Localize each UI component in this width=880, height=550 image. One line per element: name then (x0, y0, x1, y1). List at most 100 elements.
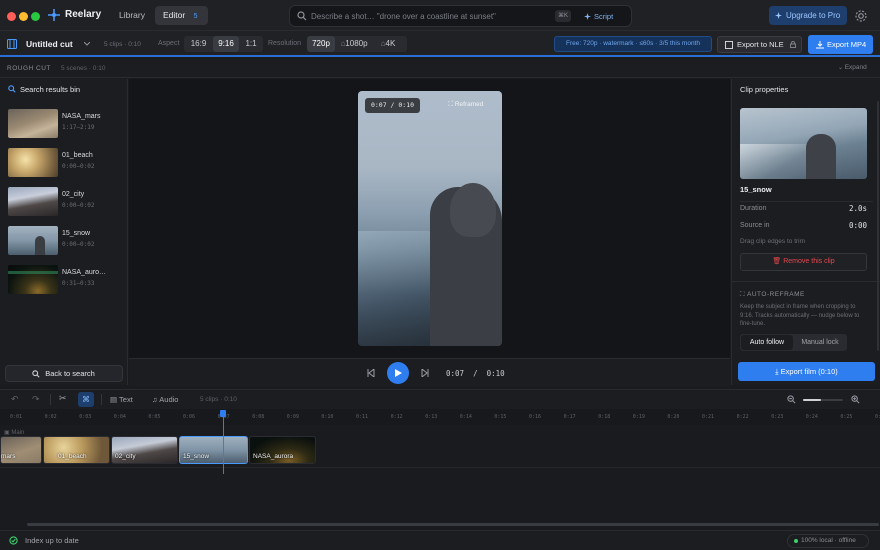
ruler-tick-label: 0:13 (425, 414, 438, 420)
timeline-clip-selected[interactable]: 15_snow (179, 436, 248, 464)
clip-properties-panel: Clip properties 15_snow Duration 2.0s So… (731, 79, 880, 385)
timeline-scrollbar[interactable] (27, 523, 879, 526)
add-text-button[interactable]: ▤ Text (110, 395, 133, 404)
expand-button[interactable]: ⌄ Expand (838, 64, 867, 71)
ruler-tick-label: 0:02 (44, 414, 57, 420)
divider (0, 467, 880, 468)
skip-back-icon[interactable] (367, 369, 375, 377)
ruler-tick-label: 0:12 (390, 414, 403, 420)
chevron-down-icon[interactable] (84, 42, 90, 46)
search-input[interactable]: Describe a shot… "drone over a coastline… (289, 5, 632, 27)
search-results-bin: Search results bin NASA_mars 1:17–2:19 0… (0, 79, 128, 385)
video-frame[interactable]: 0:07 / 0:10 ⛶ Reframed (358, 91, 502, 346)
project-toolbar: Untitled cut 5 clips · 0:10 Aspect 16:9 9… (0, 31, 880, 57)
source-in-value: 0:00 (848, 221, 867, 230)
scissors-icon[interactable]: ✂ (59, 393, 67, 404)
aspect-1-1[interactable]: 1:1 (239, 36, 263, 52)
timeline-clip-label: 02_city (115, 453, 136, 460)
resolution-label: Resolution (268, 40, 302, 47)
properties-title: Clip properties (740, 85, 789, 94)
project-title[interactable]: Untitled cut (26, 39, 73, 49)
gear-icon[interactable] (853, 8, 869, 24)
aspect-selector: 16:9 9:16 1:1 (184, 36, 263, 52)
play-button[interactable] (387, 362, 409, 384)
clip-time: 0:00–0:02 (62, 202, 95, 209)
ruler-tick-label: 0:09 (286, 414, 299, 420)
ruler-tick-label: 0:10 (321, 414, 334, 420)
add-audio-button[interactable]: ♫ Audio (152, 395, 178, 404)
close-window-button[interactable] (7, 12, 16, 21)
timeline-clip-label: 15_snow (183, 453, 210, 460)
index-status: Index up to date (25, 536, 79, 545)
timeline-clip[interactable]: mars (0, 436, 42, 464)
timeline-clip[interactable]: 01_beach (43, 436, 110, 464)
clip-thumbnail (8, 187, 58, 216)
reframed-badge: ⛶ Reframed (448, 101, 484, 108)
clip-name: 02_city (62, 191, 85, 198)
ruler-tick-label: 0:16 (529, 414, 542, 420)
clip-time: 0:31–0:33 (62, 280, 95, 287)
bin-clip[interactable]: 15_snow 0:00–0:02 (0, 223, 128, 261)
ruler-tick-label: 0:11 (356, 414, 369, 420)
duration-label: Duration (740, 205, 767, 212)
clip-thumbnail (8, 265, 58, 294)
title-bar: Reelary Library Editor 5 Describe a shot… (0, 0, 880, 31)
bin-clip[interactable]: NASA_mars 1:17–2:19 (0, 106, 128, 144)
remove-clip-button[interactable]: 🗑 Remove this clip (740, 253, 867, 271)
sparkle-icon (584, 13, 591, 20)
divider (50, 394, 51, 405)
timeline-ruler[interactable]: 0:010:020:030:040:050:060:070:080:090:10… (0, 409, 880, 425)
ruler-tick-label: 0:05 (148, 414, 161, 420)
ruler-tick-label: 0:08 (252, 414, 265, 420)
trim-hint: Drag clip edges to trim (740, 238, 806, 245)
app-name: Reelary (65, 9, 102, 20)
aspect-9-16[interactable]: 9:16 (213, 36, 239, 52)
manual-lock-option[interactable]: Manual lock (794, 335, 846, 350)
undo-icon[interactable]: ↶ (11, 394, 19, 405)
duration-value: 2.0s (848, 204, 867, 213)
upgrade-button[interactable]: Upgrade to Pro (769, 6, 847, 25)
clip-thumbnail (8, 109, 58, 138)
zoom-in-icon[interactable] (851, 395, 860, 404)
timeline-clip-label: 01_beach (58, 453, 87, 460)
back-to-search-button[interactable]: Back to search (5, 365, 123, 382)
ruler-tick-label: 0:14 (459, 414, 472, 420)
tab-editor[interactable]: Editor 5 (155, 6, 208, 25)
export-film-button[interactable]: ⤓ Export film (0:10) (738, 362, 875, 381)
aspect-label: Aspect (158, 40, 180, 47)
download-icon (816, 41, 824, 49)
resolution-720p[interactable]: 720p (307, 36, 335, 52)
minimize-window-button[interactable] (19, 12, 28, 21)
magnet-icon[interactable]: ⌘ (78, 392, 94, 407)
track-label: ▣ Main (4, 430, 25, 436)
timeline-summary: 5 clips · 0:10 (200, 396, 237, 403)
ruler-tick-label: 0:22 (736, 414, 749, 420)
resolution-1080p[interactable]: ⌂ 1080p (335, 36, 373, 52)
clip-name-heading: 15_snow (740, 185, 772, 194)
status-bar: Index up to date 100% local · offline (0, 530, 880, 550)
auto-follow-option[interactable]: Auto follow (741, 335, 793, 350)
redo-icon[interactable]: ↷ (32, 394, 40, 405)
timeline-clip[interactable]: NASA_aurora (249, 436, 316, 464)
clip-time: 0:00–0:02 (62, 241, 95, 248)
bin-clip[interactable]: 02_city 0:00–0:02 (0, 184, 128, 222)
auto-reframe-description: Keep the subject in frame when cropping … (740, 304, 860, 327)
tab-library[interactable]: Library (111, 6, 153, 25)
maximize-window-button[interactable] (31, 12, 40, 21)
skip-forward-icon[interactable] (421, 369, 429, 377)
offline-status-badge: 100% local · offline (787, 534, 869, 548)
bin-clip[interactable]: NASA_auro… 0:31–0:33 (0, 262, 128, 300)
export-mp4-button[interactable]: Export MP4 (808, 35, 873, 54)
resolution-4k[interactable]: ⌂ 4K (373, 36, 403, 52)
zoom-slider[interactable] (803, 399, 843, 401)
bin-clip[interactable]: 01_beach 0:00–0:02 (0, 145, 128, 183)
trash-icon: 🗑 (772, 258, 784, 265)
zoom-out-icon[interactable] (787, 395, 796, 404)
timeline-clip-label: NASA_aurora (253, 453, 294, 460)
ruler-tick-label: 0:06 (183, 414, 196, 420)
aspect-16-9[interactable]: 16:9 (184, 36, 213, 52)
text-icon: ▤ (110, 395, 120, 404)
export-nle-button[interactable]: Export to NLE (717, 36, 802, 53)
timeline-clip[interactable]: 02_city (111, 436, 178, 464)
panel-scrollbar[interactable] (877, 101, 879, 351)
